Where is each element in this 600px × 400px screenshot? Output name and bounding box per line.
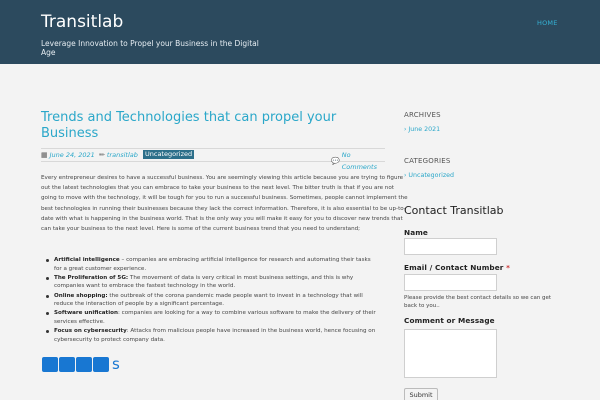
comment-icon: 💬 bbox=[331, 157, 340, 165]
share-buttons: s bbox=[42, 356, 120, 372]
archives-link[interactable]: › June 2021 bbox=[404, 126, 440, 133]
pencil-icon: ✏ bbox=[99, 151, 105, 159]
list-item: The Proliferation of 5G: The movement of… bbox=[46, 274, 376, 291]
categories-link[interactable]: › Uncategorized bbox=[404, 172, 454, 179]
email-label: Email / Contact Number * bbox=[404, 263, 511, 272]
message-field[interactable] bbox=[404, 329, 497, 378]
site-tagline: Leverage Innovation to Propel your Busin… bbox=[41, 39, 259, 57]
post-category: Uncategorized bbox=[143, 150, 195, 159]
share-button[interactable] bbox=[42, 356, 58, 372]
list-item: Artificial intelligence – companies are … bbox=[46, 256, 376, 273]
categories-title: CATEGORIES bbox=[404, 157, 451, 165]
site-header: Transitlab Leverage Innovation to Propel… bbox=[0, 0, 600, 64]
list-item: Software unification: companies are look… bbox=[46, 309, 376, 326]
share-trailing-text: s bbox=[112, 354, 120, 373]
contact-hint: Please provide the best contact details … bbox=[404, 295, 552, 309]
share-button[interactable] bbox=[76, 356, 92, 372]
archives-title: ARCHIVES bbox=[404, 111, 441, 119]
post-author: ✏ transitlab bbox=[99, 151, 138, 159]
post-comments: 💬 No Comments bbox=[331, 151, 377, 171]
submit-button[interactable]: Submit bbox=[404, 388, 438, 400]
chevron-right-icon: › bbox=[404, 172, 407, 179]
post-title[interactable]: Trends and Technologies that can propel … bbox=[41, 110, 381, 142]
list-item: Online shopping: the outbreak of the cor… bbox=[46, 292, 376, 309]
calendar-icon: ▦ bbox=[41, 151, 48, 159]
name-label: Name bbox=[404, 228, 428, 237]
list-item: Focus on cybersecurity: Attacks from mal… bbox=[46, 327, 376, 344]
chevron-right-icon: › bbox=[404, 126, 407, 133]
message-label: Comment or Message bbox=[404, 316, 495, 325]
share-button[interactable] bbox=[59, 356, 75, 372]
email-field[interactable] bbox=[404, 274, 497, 291]
share-button[interactable] bbox=[93, 356, 109, 372]
trend-list: Artificial intelligence – companies are … bbox=[46, 256, 376, 345]
name-field[interactable] bbox=[404, 238, 497, 255]
contact-title: Contact Transitlab bbox=[404, 204, 504, 217]
site-title[interactable]: Transitlab bbox=[41, 12, 123, 32]
post-date: ▦ June 24, 2021 bbox=[41, 151, 95, 159]
post-meta: ▦ June 24, 2021 ✏ transitlab Uncategoriz… bbox=[41, 148, 385, 171]
nav-home-link[interactable]: HOME bbox=[537, 19, 558, 27]
post-body: Every entrepreneur desires to have a suc… bbox=[41, 175, 408, 233]
